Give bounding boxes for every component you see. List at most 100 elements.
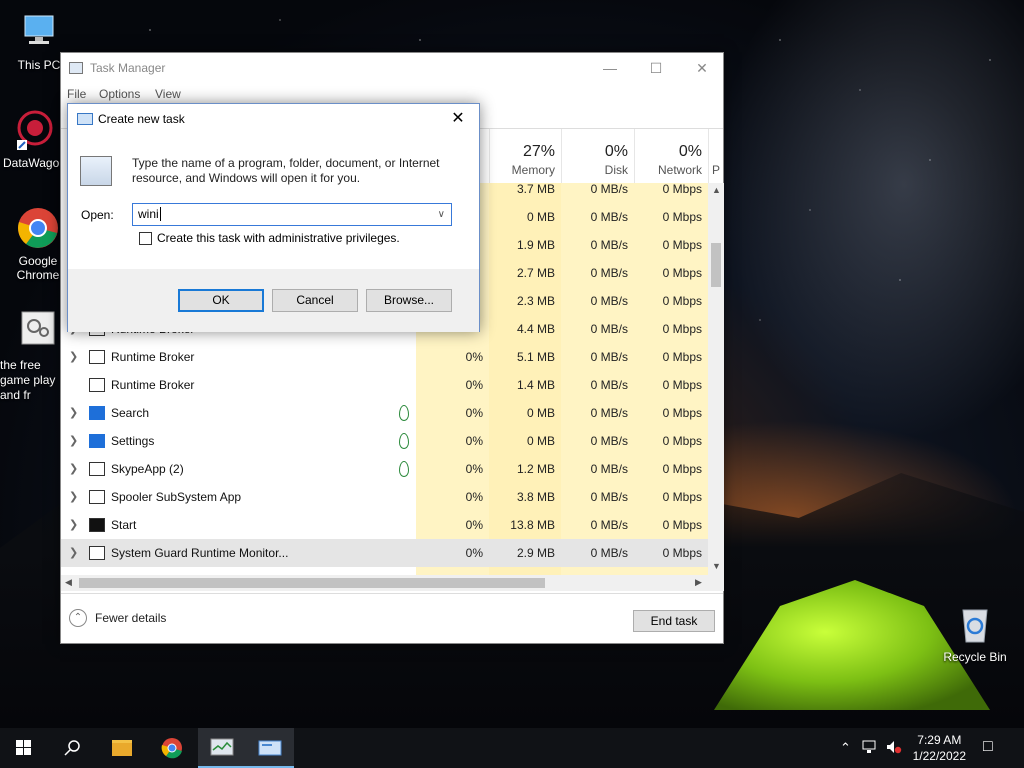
expand-chevron-icon[interactable]: ❯ [69, 343, 78, 371]
dialog-title: Create new task [98, 112, 185, 126]
memory-value: 1.9 MB [516, 238, 555, 252]
network-value: 0 Mbps [662, 490, 702, 504]
clock-time: 7:29 AM [917, 733, 962, 747]
taskbar-file-explorer[interactable] [98, 728, 146, 768]
maximize-icon[interactable]: ☐ [633, 53, 679, 83]
memory-value: 2.9 MB [516, 546, 555, 560]
table-row[interactable]: Runtime Broker 0% 1.4 MB 0 MB/s 0 Mbps [61, 371, 708, 399]
disk-value: 0 MB/s [590, 378, 628, 392]
taskbar-chrome[interactable] [148, 728, 196, 768]
ok-button[interactable]: OK [178, 289, 264, 312]
network-value: 0 Mbps [662, 210, 702, 224]
clock-date: 1/22/2022 [912, 749, 966, 763]
network-value: 0 Mbps [662, 518, 702, 532]
dialog-titlebar[interactable]: Create new task ✕ [68, 104, 479, 134]
network-value: 0 Mbps [662, 406, 702, 420]
dialog-button-bar: OK Cancel Browse... [68, 269, 479, 332]
expand-chevron-icon[interactable]: ❯ [69, 539, 78, 567]
process-name: Spooler SubSystem App [111, 490, 242, 504]
disk-value: 0 MB/s [590, 546, 628, 560]
run-icon [258, 740, 282, 756]
column-header-power[interactable]: P [708, 129, 724, 183]
memory-value: 0 MB [526, 434, 555, 448]
network-value: 0 Mbps [662, 434, 702, 448]
admin-privileges-checkbox[interactable]: Create this task with administrative pri… [139, 231, 400, 245]
table-row[interactable]: ❯ Runtime Broker 0% 5.1 MB 0 MB/s 0 Mbps [61, 343, 708, 371]
cpu-value: 0% [465, 350, 483, 364]
process-icon [89, 350, 105, 364]
process-icon [89, 546, 105, 560]
run-icon [77, 113, 93, 125]
process-icon [89, 518, 105, 532]
cpu-value: 0% [465, 378, 483, 392]
desktop-icon-recycle-bin[interactable]: Recycle Bin [940, 602, 1010, 664]
volume-muted-icon[interactable] [886, 740, 902, 757]
process-name: Runtime Broker [111, 350, 195, 364]
chevron-down-icon[interactable]: ∨ [438, 204, 445, 225]
expand-chevron-icon[interactable]: ❯ [69, 455, 78, 483]
open-combobox[interactable]: wini ∨ [132, 203, 452, 226]
notification-icon[interactable]: □ [983, 738, 993, 756]
expand-chevron-icon[interactable]: ❯ [69, 483, 78, 511]
table-row[interactable]: ❯ Start 0% 13.8 MB 0 MB/s 0 Mbps [61, 511, 708, 539]
taskbar-task-manager[interactable] [198, 728, 246, 768]
browse-button[interactable]: Browse... [366, 289, 452, 312]
disk-value: 0 MB/s [590, 183, 628, 196]
close-icon[interactable]: ✕ [679, 53, 725, 83]
table-row[interactable]: ❯ Spooler SubSystem App 0% 3.8 MB 0 MB/s 0 Mb… [61, 483, 708, 511]
scroll-right-icon[interactable]: ▶ [695, 577, 702, 588]
clock[interactable]: 7:29 AM 1/22/2022 [913, 732, 966, 764]
expand-chevron-icon[interactable]: ❯ [69, 427, 78, 455]
memory-percent: 27% [522, 143, 555, 160]
desktop-icon-free-game[interactable]: the free game play and fr [0, 310, 66, 403]
process-icon [89, 462, 105, 476]
disk-value: 0 MB/s [590, 266, 628, 280]
close-icon[interactable]: ✕ [441, 104, 475, 134]
column-header-memory[interactable]: 27% Memory [489, 129, 561, 183]
memory-value: 3.8 MB [516, 490, 555, 504]
horizontal-scrollbar[interactable]: ◀ ▶ [61, 575, 724, 591]
desktop-icon-label: the free game play and fr [0, 358, 56, 402]
run-program-icon [80, 156, 112, 186]
vertical-scroll-thumb[interactable] [711, 243, 721, 287]
search-button[interactable] [48, 728, 96, 768]
desktop-icon-label: Recycle Bin [943, 650, 1007, 664]
memory-value: 2.7 MB [516, 266, 555, 280]
cancel-button[interactable]: Cancel [272, 289, 358, 312]
table-row[interactable]: ❯ Search 0% 0 MB 0 MB/s 0 Mbps [61, 399, 708, 427]
cpu-value: 0% [465, 406, 483, 420]
menu-view[interactable]: View [155, 87, 181, 101]
start-button[interactable] [0, 728, 48, 768]
table-row[interactable]: ❯ Settings 0% 0 MB 0 MB/s 0 Mbps [61, 427, 708, 455]
window-title: Task Manager [90, 61, 166, 75]
open-input-value[interactable]: wini [138, 207, 159, 221]
expand-chevron-icon[interactable]: ❯ [69, 511, 78, 539]
menu-options[interactable]: Options [99, 87, 140, 101]
disk-label: Disk [604, 163, 628, 177]
table-row[interactable]: ❯ SkypeApp (2) 0% 1.2 MB 0 MB/s 0 Mbps [61, 455, 708, 483]
vertical-scrollbar[interactable]: ▲ ▼ [708, 183, 724, 575]
end-task-button[interactable]: End task [633, 610, 715, 632]
column-header-network[interactable]: 0% Network [634, 129, 708, 183]
menu-file[interactable]: File [67, 87, 86, 101]
taskbar-run-dialog[interactable] [246, 728, 294, 768]
horizontal-scroll-thumb[interactable] [79, 578, 545, 588]
cpu-value: 0% [465, 434, 483, 448]
chevron-up-icon[interactable]: ⌃ [840, 740, 851, 756]
checkbox-icon[interactable] [139, 231, 152, 245]
minimize-icon[interactable]: — [587, 53, 633, 83]
disk-value: 0 MB/s [590, 294, 628, 308]
column-header-disk[interactable]: 0% Disk [561, 129, 634, 183]
datawagon-icon [13, 108, 57, 152]
scroll-down-icon[interactable]: ▼ [712, 561, 721, 571]
task-manager-titlebar[interactable]: Task Manager — ☐ ✕ [61, 53, 723, 83]
network-icon[interactable] [862, 740, 878, 757]
table-row[interactable]: ❯ System Guard Runtime Monitor... 0% 2.9 MB… [61, 539, 708, 567]
fewer-details-button[interactable]: ⌃ Fewer details [69, 609, 166, 627]
scroll-left-icon[interactable]: ◀ [65, 577, 72, 588]
memory-value: 1.2 MB [516, 462, 555, 476]
expand-chevron-icon[interactable]: ❯ [69, 399, 78, 427]
task-manager-icon [69, 62, 83, 74]
scroll-up-icon[interactable]: ▲ [712, 185, 721, 195]
power-label: P [712, 163, 721, 177]
